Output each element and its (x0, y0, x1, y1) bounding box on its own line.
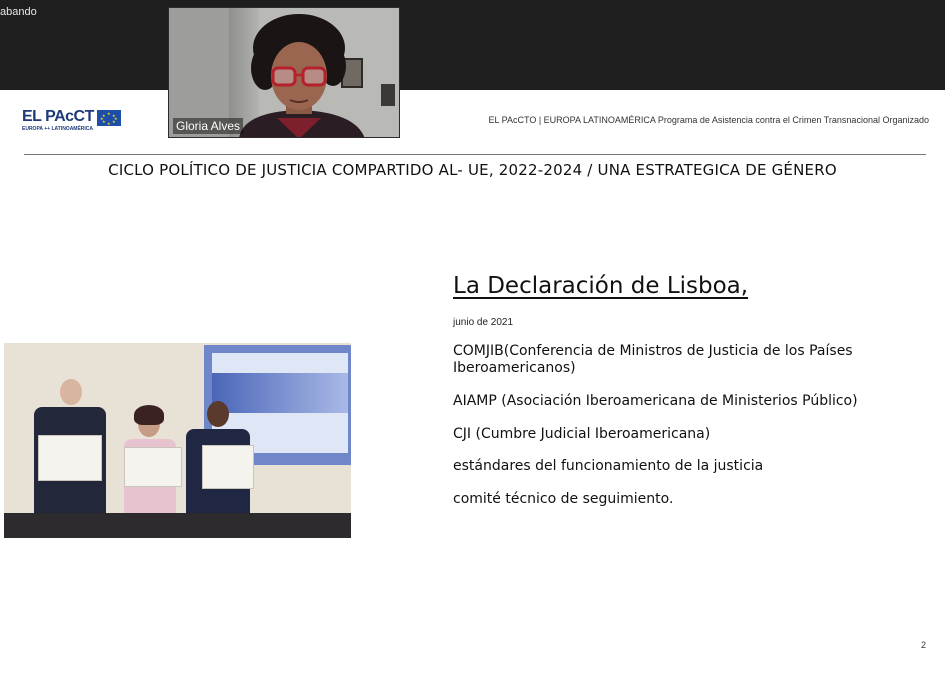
bullet-standards: estándares del funcionamiento de la just… (453, 458, 764, 474)
logo-text: EL PAcCT (22, 108, 94, 125)
declaration-heading: La Declaración de Lisboa, (453, 273, 749, 299)
signing-ceremony-photo (4, 343, 351, 538)
recording-status-text: abando (0, 6, 37, 18)
slide-title: CICLO POLÍTICO DE JUSTICIA COMPARTIDO AL… (108, 161, 837, 179)
person-right-head (207, 401, 229, 427)
logo-subtitle: EUROPA ++ LATINOAMÉRICA (22, 126, 94, 132)
eu-flag-icon: ★ ★ ★ ★ ★ ★ ★ ★ (97, 110, 121, 126)
el-paccto-logo: EL PAcCT EUROPA ++ LATINOAMÉRICA ★ ★ ★ ★… (22, 108, 121, 132)
participant-name-label: Gloria Alves (173, 118, 244, 134)
document-right (202, 445, 254, 489)
bullet-aiamp: AIAMP (Asociación Iberoamericana de Mini… (453, 393, 858, 409)
projection-screen-band (212, 373, 348, 413)
signing-table (4, 513, 351, 538)
person-center-hair (134, 405, 164, 425)
bullet-cji: CJI (Cumbre Judicial Iberoamericana) (453, 426, 711, 442)
slide-page-number: 2 (920, 640, 926, 650)
bullet-committee: comité técnico de seguimiento. (453, 491, 674, 507)
participant-video-tile[interactable]: Gloria Alves (168, 7, 400, 138)
person-left-head (60, 379, 82, 405)
bullet-comjib: COMJIB(Conferencia de Ministros de Justi… (453, 343, 853, 376)
document-left (38, 435, 102, 481)
program-header-text: EL PAcCTO | EUROPA LATINOAMÉRICA Program… (488, 115, 929, 125)
header-divider (24, 154, 926, 155)
document-center (124, 447, 182, 487)
meeting-top-bar: abando (0, 0, 945, 90)
declaration-date: junio de 2021 (453, 317, 514, 328)
